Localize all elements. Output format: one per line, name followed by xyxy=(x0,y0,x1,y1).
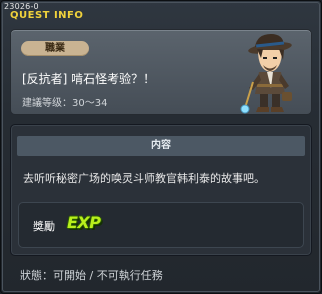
quest-name: [反抗者] 啃石怪考验？！ xyxy=(22,72,156,86)
required-level: 建議等级：30～34 xyxy=(22,98,108,109)
quest-status: 狀態：可開始 / 不可執行任務 xyxy=(20,269,163,282)
quest-info-window: 23026-0 QUEST INFO 職業 [反抗者] 啃石怪考验？！ 建議等级… xyxy=(0,0,322,294)
exp-reward-icon: EXP xyxy=(67,213,101,232)
quest-description: 去听听秘密广场的唤灵斗师教官韩利泰的故事吧。 xyxy=(23,172,265,185)
content-section-header: 内容 xyxy=(17,136,305,156)
quest-summary-panel: 職業 [反抗者] 啃石怪考验？！ 建議等级：30～34 xyxy=(10,29,312,115)
reward-label: 獎勵 xyxy=(33,220,55,233)
quest-npc-character-icon xyxy=(240,34,292,114)
quest-detail-panel: 内容 去听听秘密广场的唤灵斗师教官韩利泰的故事吧。 獎勵 EXP xyxy=(10,124,312,256)
window-title: QUEST INFO xyxy=(10,10,84,21)
reward-box: 獎勵 EXP xyxy=(18,202,304,248)
job-badge: 職業 xyxy=(21,41,89,56)
